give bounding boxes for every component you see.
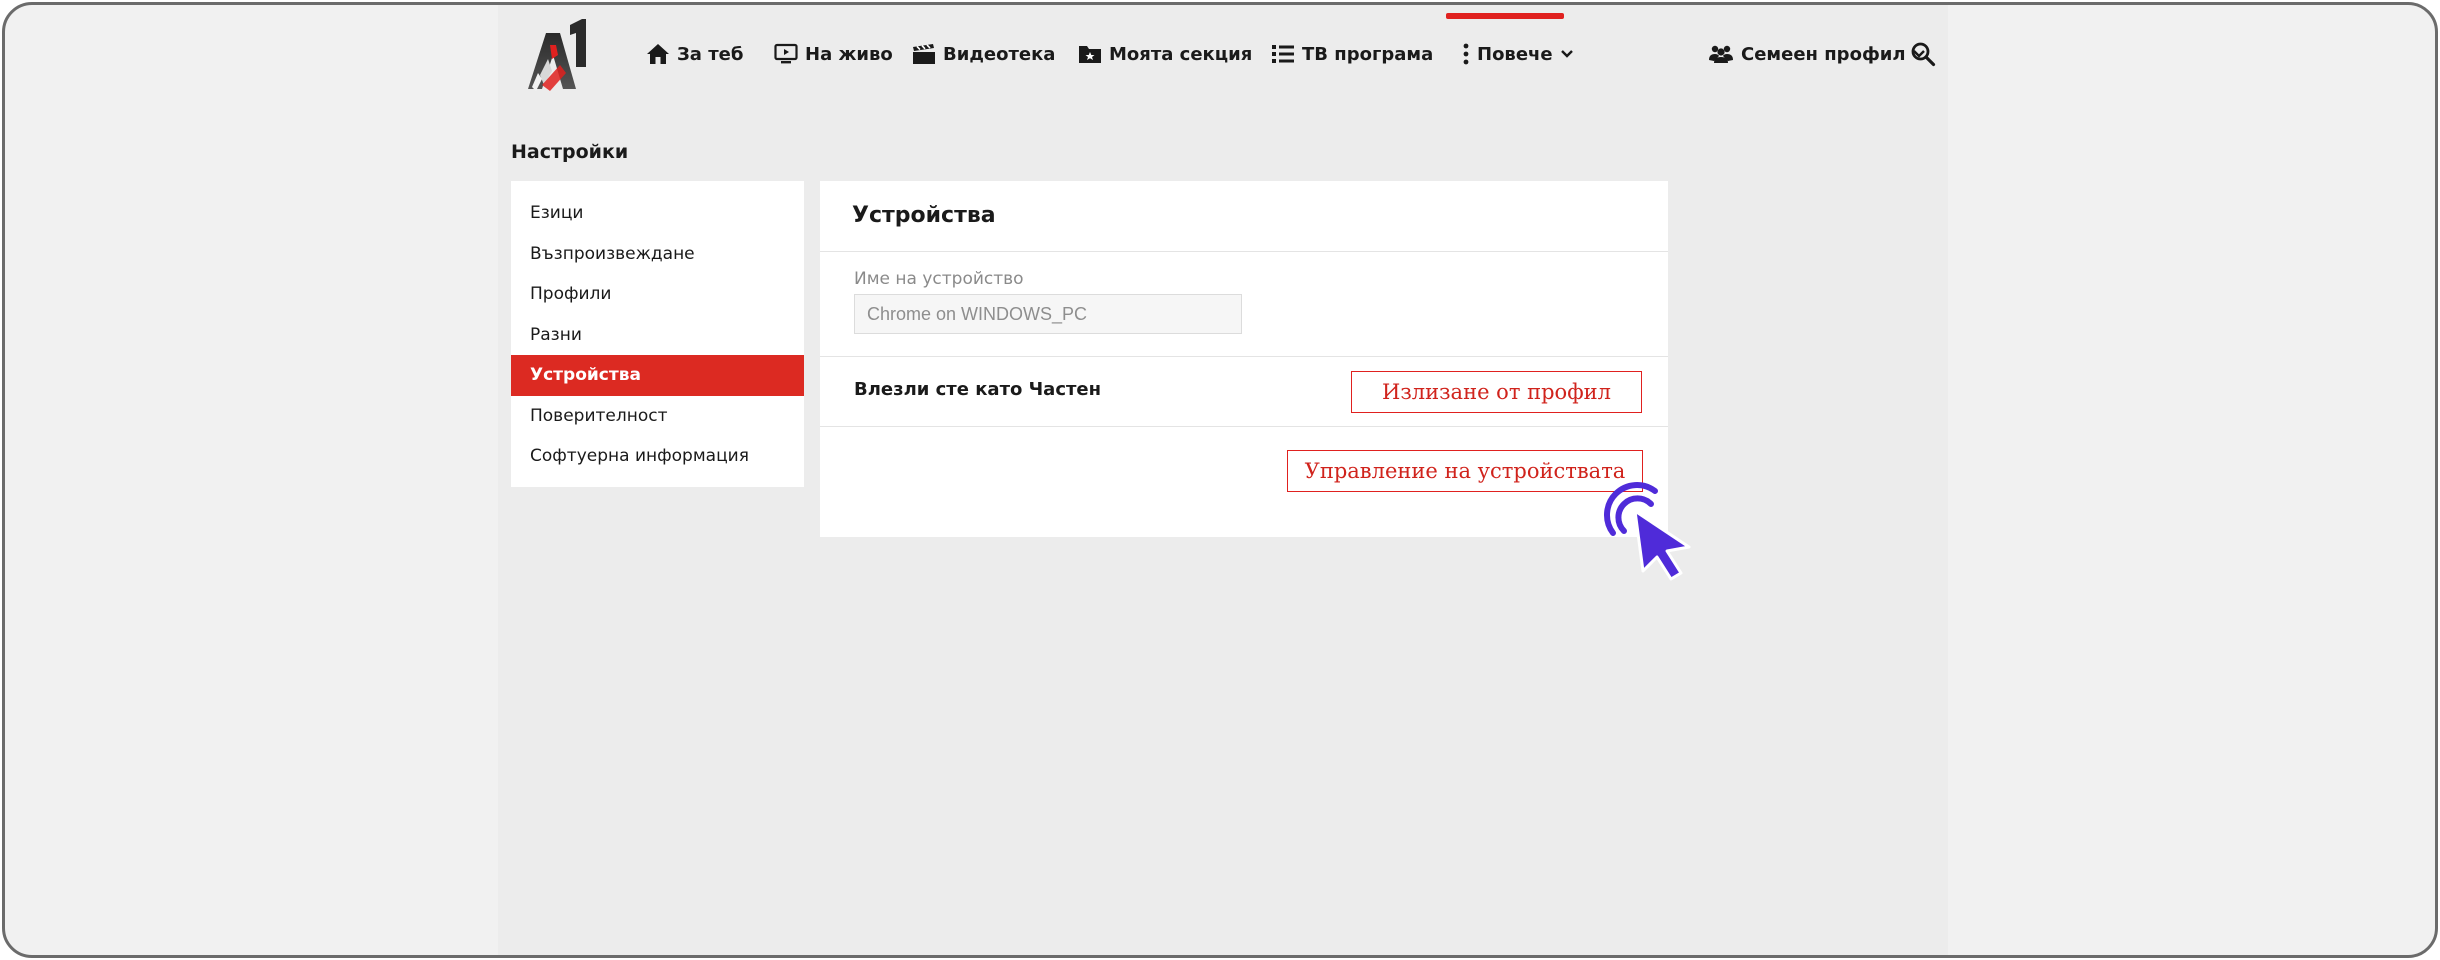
sidebar-item-languages[interactable]: Езици [511,193,804,234]
sidebar-item-privacy[interactable]: Поверителност [511,396,804,437]
logged-in-status: Влезли сте като Частен [854,379,1102,400]
sidebar-item-software-info[interactable]: Софтуерна информация [511,436,804,477]
nav-active-indicator [1446,13,1564,19]
clapperboard-icon [913,44,935,64]
nav-item-videoteka[interactable]: Видеотека [912,39,1055,69]
a1-logo[interactable] [520,15,598,93]
nav-item-label: ТВ програма [1302,43,1434,65]
folder-icon [1079,46,1101,63]
divider [820,356,1668,357]
search-icon[interactable] [1910,41,1936,67]
logout-button[interactable]: Излизане от профил [1351,371,1642,413]
divider [820,426,1668,427]
nav-item-for-you[interactable]: За теб [646,39,743,69]
sidebar-item-misc[interactable]: Разни [511,315,804,356]
nav-item-label: Моята секция [1109,43,1253,65]
home-icon [647,44,669,64]
chevron-down-icon [1560,50,1573,58]
devices-panel: Устройства Име на устройство Влезли сте … [820,181,1668,537]
click-cursor-icon [1604,482,1691,581]
page-column: За теб На живо Видеотека Моята секция ТВ… [498,5,1948,955]
sidebar-item-profiles[interactable]: Профили [511,274,804,315]
tv-icon [774,43,798,64]
nav-item-tv-program[interactable]: ТВ програма [1271,39,1433,69]
browser-frame: За теб На живо Видеотека Моята секция ТВ… [2,2,2438,958]
nav-item-live[interactable]: На живо [774,39,893,69]
more-vertical-icon [1463,43,1469,65]
nav-item-my-section[interactable]: Моята секция [1078,39,1252,69]
nav-item-label: Повече [1477,43,1553,65]
nav-item-label: На живо [805,43,893,65]
users-icon [1709,45,1733,63]
manage-devices-button[interactable]: Управление на устройствата [1287,450,1643,492]
nav-item-label: За теб [677,43,744,65]
list-icon [1272,45,1294,63]
nav-item-label: Видеотека [943,43,1056,65]
sidebar-item-playback[interactable]: Възпроизвеждане [511,234,804,275]
sidebar-item-devices[interactable]: Устройства [511,355,804,396]
top-navigation: За теб На живо Видеотека Моята секция ТВ… [498,5,1948,107]
device-name-label: Име на устройство [854,269,1024,289]
settings-sidebar: Езици Възпроизвеждане Профили Разни Устр… [511,181,804,487]
divider [820,251,1668,252]
page-title: Настройки [511,141,629,163]
profile-switcher[interactable]: Семеен профил [1708,39,1927,69]
device-name-field[interactable] [854,294,1242,334]
panel-title: Устройства [852,203,996,228]
profile-label: Семеен профил [1741,43,1906,65]
nav-item-more[interactable]: Повече [1462,39,1575,69]
